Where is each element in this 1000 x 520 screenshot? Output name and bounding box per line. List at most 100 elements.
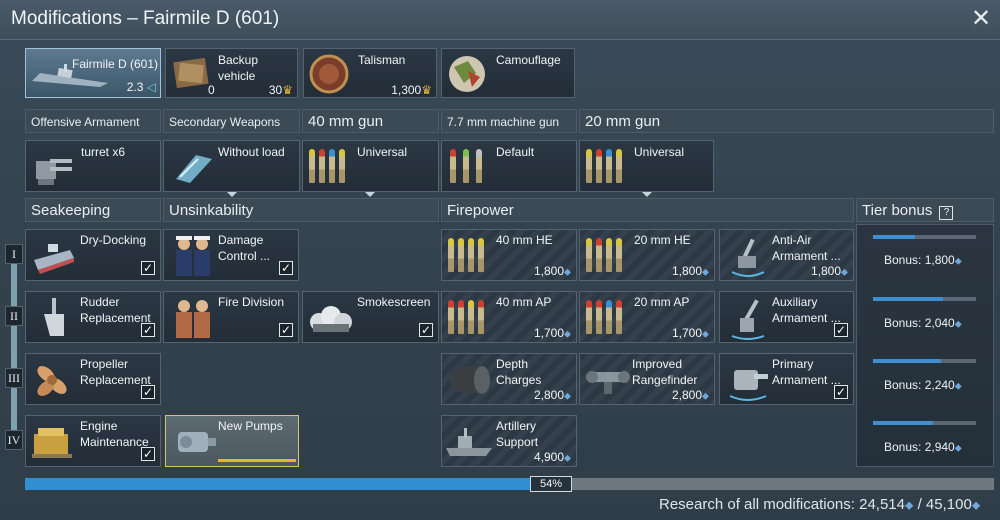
damage-control-label: Damage Control ... bbox=[218, 233, 271, 263]
ap40-label: 40 mm AP bbox=[496, 295, 552, 309]
backup-vehicle-card[interactable]: Backup vehicle 0 30♛ bbox=[165, 48, 298, 98]
module-40mm-he[interactable]: 40 mm HE 1,800⬥ bbox=[441, 229, 577, 281]
header-firepower: Firepower bbox=[441, 198, 854, 222]
offensive-armament-card[interactable]: turret x6 bbox=[25, 140, 161, 192]
research-icon: ⬥ bbox=[564, 391, 571, 402]
secondary-weapons-card[interactable]: Without load bbox=[163, 140, 300, 192]
checkbox[interactable]: ✓ bbox=[834, 385, 848, 399]
checkbox[interactable]: ✓ bbox=[141, 385, 155, 399]
anti-air-label: Anti-Air Armament ... bbox=[772, 233, 841, 263]
smoke-icon bbox=[310, 306, 352, 332]
module-fire-division[interactable]: Fire Division ✓ bbox=[163, 291, 299, 343]
research-icon: ⬥ bbox=[564, 453, 571, 464]
tier-bonus-text-1: Bonus: 1,800⬥ bbox=[884, 253, 962, 267]
dry-docking-icon bbox=[34, 244, 74, 274]
help-icon[interactable]: ? bbox=[939, 206, 954, 220]
depth-charges-label: Depth Charges bbox=[496, 357, 542, 387]
tier-bonus-bar-4 bbox=[873, 421, 976, 425]
module-propeller-replacement[interactable]: Propeller Replacement ✓ bbox=[25, 353, 161, 405]
research-icon: ⬥ bbox=[564, 329, 571, 340]
checkbox[interactable]: ✓ bbox=[834, 323, 848, 337]
header-unsinkability: Unsinkability bbox=[163, 198, 439, 222]
gun20-belt-value: Universal bbox=[634, 145, 685, 159]
eagle-icon: ♛ bbox=[421, 83, 432, 97]
tier-bonus-text-3: Bonus: 2,240⬥ bbox=[884, 378, 962, 392]
ammo-icon bbox=[586, 300, 632, 336]
header-secondary-weapons: Secondary Weapons bbox=[163, 109, 300, 133]
module-primary-armament[interactable]: Primary Armament ... ✓ bbox=[719, 353, 854, 405]
module-rudder-replacement[interactable]: Rudder Replacement ✓ bbox=[25, 291, 161, 343]
backup-vehicle-label: Backup vehicle bbox=[218, 53, 259, 83]
dry-docking-label: Dry-Docking bbox=[80, 233, 147, 247]
camouflage-label: Camouflage bbox=[496, 53, 561, 67]
total-value: 45,100 bbox=[925, 496, 972, 513]
header-40mm-gun: 40 mm gun bbox=[302, 109, 439, 133]
talisman-label: Talisman bbox=[358, 53, 406, 67]
checkbox[interactable]: ✓ bbox=[279, 323, 293, 337]
gun40-belt-card[interactable]: Universal bbox=[302, 140, 439, 192]
backup-vehicle-icon bbox=[173, 57, 209, 89]
module-20mm-ap[interactable]: 20 mm AP 1,700⬥ bbox=[579, 291, 715, 343]
he20-cost: 1,800⬥ bbox=[671, 264, 709, 278]
talisman-card[interactable]: Talisman 1,300♛ bbox=[303, 48, 437, 98]
overall-progress-fill bbox=[25, 478, 549, 490]
tier-bonus-bar-1 bbox=[873, 235, 976, 239]
ap20-label: 20 mm AP bbox=[634, 295, 690, 309]
camouflage-card[interactable]: Camouflage bbox=[441, 48, 575, 98]
pump-icon bbox=[178, 432, 216, 452]
eagle-icon: ♛ bbox=[282, 83, 293, 97]
tier-bonus-bar-3 bbox=[873, 359, 976, 363]
turret-icon bbox=[36, 159, 72, 185]
anti-air-cost: 1,800⬥ bbox=[810, 264, 848, 278]
propeller-label: Propeller Replacement bbox=[80, 357, 151, 387]
mg77-belt-card[interactable]: Default bbox=[441, 140, 577, 192]
research-icon: ⬥ bbox=[954, 256, 962, 267]
module-engine-maintenance[interactable]: Engine Maintenance ✓ bbox=[25, 415, 161, 467]
tier-label-1: I bbox=[5, 244, 23, 264]
checkbox[interactable]: ✓ bbox=[279, 261, 293, 275]
window-title: Modifications – Fairmile D (601) bbox=[11, 8, 280, 29]
module-40mm-ap[interactable]: 40 mm AP 1,700⬥ bbox=[441, 291, 577, 343]
rangefinder-label: Improved Rangefinder bbox=[632, 357, 698, 387]
module-damage-control[interactable]: Damage Control ... ✓ bbox=[163, 229, 299, 281]
talisman-icon bbox=[309, 54, 349, 94]
vehicle-card[interactable]: Fairmile D (601) 2.3 ◁ bbox=[25, 48, 161, 98]
tier-label-3: III bbox=[5, 368, 23, 388]
ammo-icon bbox=[586, 238, 632, 274]
module-auxiliary-armament[interactable]: Auxiliary Armament ... ✓ bbox=[719, 291, 854, 343]
module-20mm-he[interactable]: 20 mm HE 1,800⬥ bbox=[579, 229, 715, 281]
ammo-icon bbox=[448, 300, 494, 336]
ammo-icon bbox=[309, 149, 355, 185]
chevron-down-icon bbox=[227, 192, 237, 197]
rangefinder-icon bbox=[586, 371, 630, 394]
module-dry-docking[interactable]: Dry-Docking ✓ bbox=[25, 229, 161, 281]
overall-progress-bar bbox=[25, 478, 994, 490]
research-icon: ⬥ bbox=[702, 329, 709, 340]
module-improved-rangefinder[interactable]: Improved Rangefinder 2,800⬥ bbox=[579, 353, 715, 405]
secondary-weapons-value: Without load bbox=[218, 145, 285, 159]
camouflage-icon bbox=[449, 56, 485, 92]
offensive-armament-value: turret x6 bbox=[81, 145, 126, 159]
ship-icon bbox=[446, 428, 492, 456]
module-new-pumps[interactable]: New Pumps bbox=[165, 415, 299, 467]
checkbox[interactable]: ✓ bbox=[141, 261, 155, 275]
gun20-belt-card[interactable]: Universal bbox=[579, 140, 714, 192]
checkbox[interactable]: ✓ bbox=[419, 323, 433, 337]
chevron-down-icon bbox=[365, 192, 375, 197]
module-artillery-support[interactable]: Artillery Support 4,900⬥ bbox=[441, 415, 577, 467]
checkbox[interactable]: ✓ bbox=[141, 447, 155, 461]
research-icon: ⬥ bbox=[564, 267, 571, 278]
header-seakeeping: Seakeeping bbox=[25, 198, 161, 222]
checkbox[interactable]: ✓ bbox=[141, 323, 155, 337]
module-smokescreen[interactable]: Smokescreen ✓ bbox=[302, 291, 439, 343]
vehicle-rank: 2.3 ◁ bbox=[126, 80, 156, 94]
header-tier-bonus: Tier bonus ? bbox=[856, 198, 994, 222]
module-anti-air-armament[interactable]: Anti-Air Armament ... 1,800⬥ bbox=[719, 229, 854, 281]
close-icon[interactable]: ✕ bbox=[968, 6, 994, 32]
backup-count: 0 bbox=[208, 83, 215, 97]
research-icon: ⬥ bbox=[841, 267, 848, 278]
ammo-icon bbox=[450, 149, 490, 185]
rudder-icon bbox=[44, 298, 64, 336]
smokescreen-label: Smokescreen bbox=[357, 295, 431, 309]
module-depth-charges[interactable]: Depth Charges 2,800⬥ bbox=[441, 353, 577, 405]
